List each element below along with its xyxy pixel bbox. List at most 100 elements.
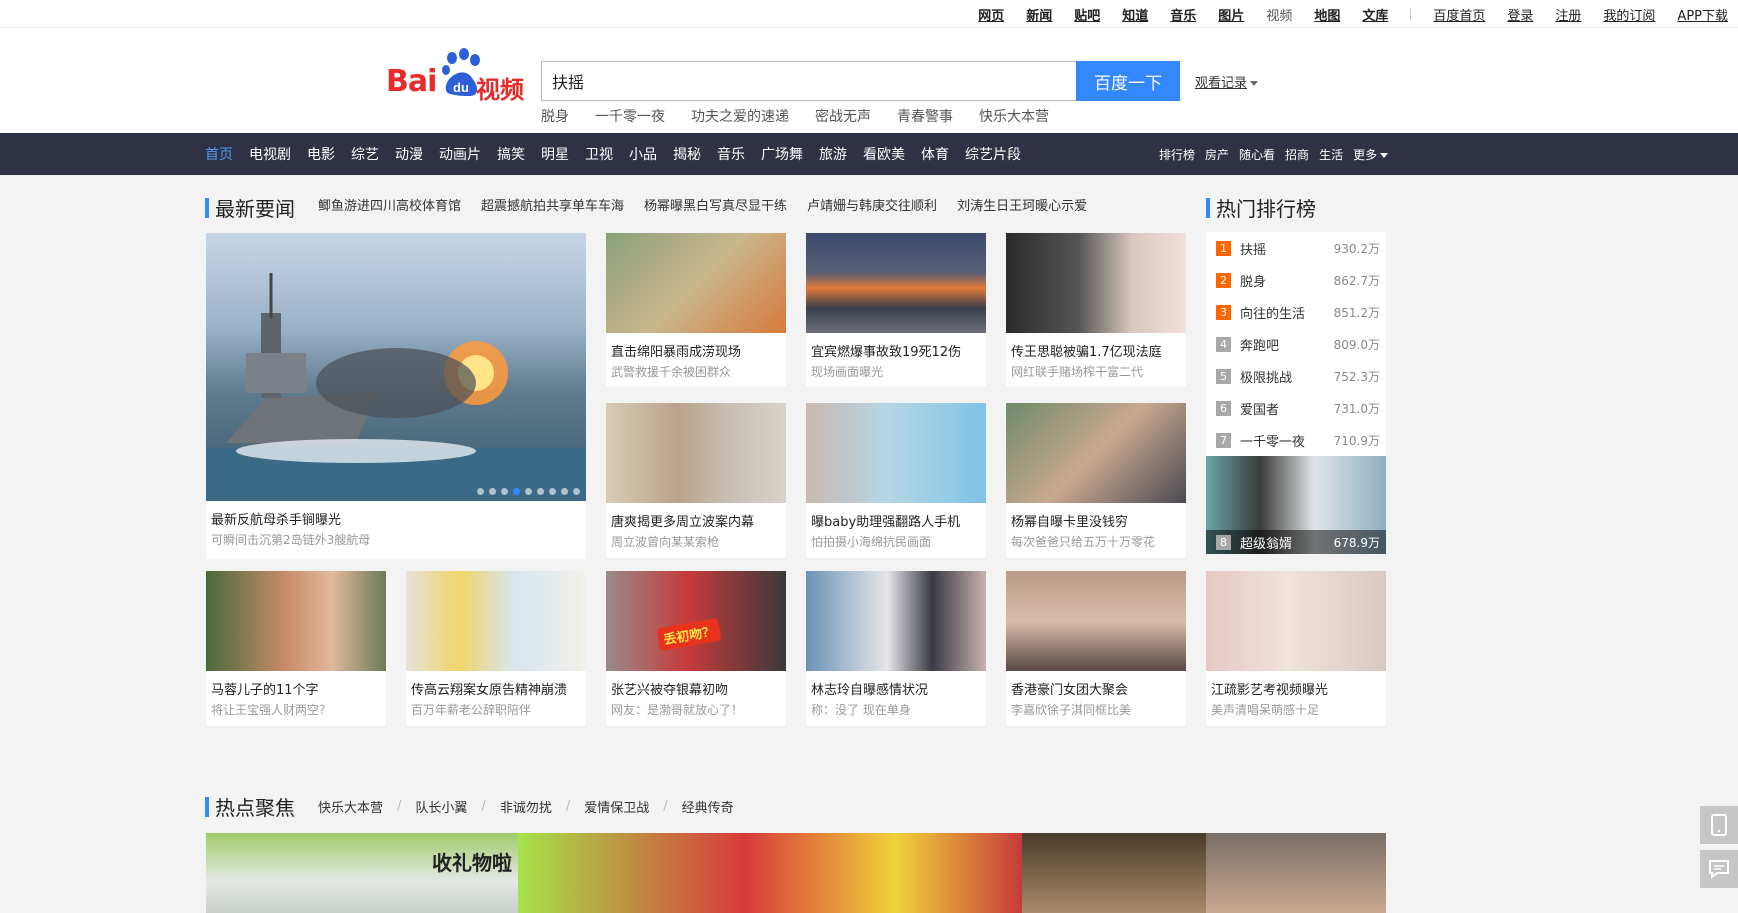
nav-item-life[interactable]: 生活	[1319, 146, 1343, 163]
card-title: 曝baby助理强翻路人手机	[811, 515, 961, 530]
top-link-zhidao[interactable]: 知道	[1122, 5, 1148, 24]
ranking-row[interactable]: 6 爱国者 731.0万	[1206, 392, 1386, 424]
hotword-link[interactable]: 快乐大本营	[979, 106, 1049, 126]
news-headline-link[interactable]: 鲫鱼游进四川高校体育馆	[318, 195, 461, 214]
news-card[interactable]: 马蓉儿子的11个字 将让王宝强人财两空？	[206, 571, 386, 726]
nav-item-satellite[interactable]: 卫视	[585, 144, 613, 164]
top-link-news[interactable]: 新闻	[1026, 5, 1052, 24]
nav-item-star[interactable]: 明星	[541, 144, 569, 164]
top-link-tieba[interactable]: 贴吧	[1074, 5, 1100, 24]
top-link-subscriptions[interactable]: 我的订阅	[1603, 5, 1655, 24]
hotword-link[interactable]: 青春警事	[897, 106, 953, 126]
news-thumbnail-flood	[606, 233, 786, 333]
carousel-dot[interactable]	[501, 488, 508, 495]
news-card[interactable]: 传高云翔案女原告精神崩溃 百万年薪老公辞职陪伴	[406, 571, 586, 726]
news-card[interactable]: 丢初吻？ 张艺兴被夺银幕初吻 网友：是渤哥就放心了！	[606, 571, 786, 726]
card-title: 江疏影艺考视频曝光	[1211, 683, 1329, 698]
hot-focus-tab[interactable]: 非诚勿扰	[500, 797, 552, 816]
feedback-button[interactable]	[1700, 850, 1738, 888]
nav-item-movie[interactable]: 电影	[307, 144, 335, 164]
nav-item-western[interactable]: 看欧美	[863, 144, 905, 164]
hot-focus-tab[interactable]: 爱情保卫战	[584, 797, 649, 816]
banner-item-person[interactable]	[1206, 833, 1386, 913]
news-card[interactable]: 传王思聪被骗1.7亿现法庭 网红联手赌场榨干富二代	[1006, 233, 1186, 386]
banner-item-show[interactable]	[518, 833, 1022, 913]
news-card[interactable]: 宜宾燃爆事故致19死12伤 现场画面曝光	[806, 233, 986, 386]
baidu-video-logo[interactable]: Bai du 视频	[384, 48, 524, 104]
top-link-music[interactable]: 音乐	[1170, 5, 1196, 24]
nav-item-variety-clips[interactable]: 综艺片段	[965, 144, 1021, 164]
nav-item-sketch[interactable]: 小品	[629, 144, 657, 164]
news-card[interactable]: 香港豪门女团大聚会 李嘉欣徐子淇同框比美	[1006, 571, 1186, 726]
card-subtitle: 网友：是渤哥就放心了！	[611, 703, 744, 717]
carousel-dot[interactable]	[489, 488, 496, 495]
news-card[interactable]: 曝baby助理强翻路人手机 怕拍摄小海绵抗民画面	[806, 403, 986, 558]
hot-focus-tab[interactable]: 队长小翼	[415, 797, 467, 816]
top-link-wenku[interactable]: 文库	[1362, 5, 1388, 24]
carousel-dot-active[interactable]	[513, 488, 520, 495]
nav-item-reveal[interactable]: 揭秘	[673, 144, 701, 164]
nav-item-ranking[interactable]: 排行榜	[1159, 146, 1195, 163]
news-headline-link[interactable]: 杨幂曝黑白写真尽显干练	[644, 195, 787, 214]
hotword-link[interactable]: 脱身	[541, 106, 569, 126]
carousel-dot[interactable]	[549, 488, 556, 495]
top-link-register[interactable]: 注册	[1555, 5, 1581, 24]
ranking-row[interactable]: 4 奔跑吧 809.0万	[1206, 328, 1386, 360]
news-card[interactable]: 唐爽揭更多周立波案内幕 周立波曾向某某索枪	[606, 403, 786, 558]
ranking-featured[interactable]: 8 超级翁婿 678.9万	[1206, 456, 1386, 554]
top-link-login[interactable]: 登录	[1507, 5, 1533, 24]
carousel-dot[interactable]	[537, 488, 544, 495]
ranking-row[interactable]: 5 极限挑战 752.3万	[1206, 360, 1386, 392]
news-headline-link[interactable]: 卢靖姗与韩庚交往顺利	[807, 195, 937, 214]
hot-search-words: 脱身 一千零一夜 功夫之爱的速递 密战无声 青春警事 快乐大本营	[541, 106, 1075, 126]
ranking-row[interactable]: 3 向往的生活 851.2万	[1206, 296, 1386, 328]
nav-item-variety[interactable]: 综艺	[351, 144, 379, 164]
ranking-row[interactable]: 1 扶摇 930.2万	[1206, 232, 1386, 264]
watch-history-dropdown[interactable]: 观看记录	[1195, 72, 1259, 91]
news-card[interactable]: 林志玲自曝感情状况 称：没了 现在单身	[806, 571, 986, 726]
hotword-link[interactable]: 密战无声	[815, 106, 871, 126]
nav-item-random[interactable]: 随心看	[1239, 146, 1275, 163]
hot-focus-tab[interactable]: 快乐大本营	[318, 797, 383, 816]
top-link-baidu-home[interactable]: 百度首页	[1433, 5, 1485, 24]
nav-item-business[interactable]: 招商	[1285, 146, 1309, 163]
top-link-web[interactable]: 网页	[978, 5, 1004, 24]
nav-item-more[interactable]: 更多	[1353, 146, 1389, 163]
nav-item-anime[interactable]: 动漫	[395, 144, 423, 164]
carousel-dot[interactable]	[561, 488, 568, 495]
news-card[interactable]: 直击绵阳暴雨成涝现场 武警救援千余被困群众	[606, 233, 786, 386]
search-button[interactable]: 百度一下	[1076, 61, 1180, 101]
mobile-app-button[interactable]	[1700, 806, 1738, 844]
news-headline-link[interactable]: 刘涛生日王珂暖心示爱	[957, 195, 1087, 214]
top-link-map[interactable]: 地图	[1314, 5, 1340, 24]
hotword-link[interactable]: 功夫之爱的速递	[691, 106, 789, 126]
nav-item-home[interactable]: 首页	[205, 144, 233, 164]
ranking-row[interactable]: 2 脱身 862.7万	[1206, 264, 1386, 296]
nav-item-music[interactable]: 音乐	[717, 144, 745, 164]
nav-item-tv[interactable]: 电视剧	[249, 144, 291, 164]
ranking-count: 930.2万	[1333, 241, 1380, 256]
nav-item-realestate[interactable]: 房产	[1205, 146, 1229, 163]
carousel-dot[interactable]	[573, 488, 580, 495]
hotword-link[interactable]: 一千零一夜	[595, 106, 665, 126]
logo-bai-text: Bai	[386, 64, 437, 99]
search-input[interactable]	[541, 61, 1076, 101]
hot-focus-tab[interactable]: 经典传奇	[682, 797, 734, 816]
news-card[interactable]: 杨幂自曝卡里没钱穷 每次爸爸只给五万十万零花	[1006, 403, 1186, 558]
news-headline-link[interactable]: 超震撼航拍共享单车车海	[481, 195, 624, 214]
banner-item-drama[interactable]	[1022, 833, 1206, 913]
nav-item-travel[interactable]: 旅游	[819, 144, 847, 164]
carousel-dot[interactable]	[525, 488, 532, 495]
news-card[interactable]: 江疏影艺考视频曝光 美声清唱呆萌感十足	[1206, 571, 1386, 726]
nav-item-sports[interactable]: 体育	[921, 144, 949, 164]
ranking-row[interactable]: 7 一千零一夜 710.9万	[1206, 424, 1386, 456]
banner-item-variety[interactable]: 收礼物啦	[206, 833, 518, 913]
nav-item-cartoon[interactable]: 动画片	[439, 144, 481, 164]
nav-item-funny[interactable]: 搞笑	[497, 144, 525, 164]
news-thumbnail-explosion	[806, 233, 986, 333]
nav-item-square-dance[interactable]: 广场舞	[761, 144, 803, 164]
top-link-images[interactable]: 图片	[1218, 5, 1244, 24]
top-link-app-download[interactable]: APP下载	[1677, 5, 1728, 24]
big-news-card[interactable]: 最新反航母杀手锏曝光 可瞬间击沉第2岛链外3艘航母	[206, 233, 586, 559]
carousel-dot[interactable]	[477, 488, 484, 495]
